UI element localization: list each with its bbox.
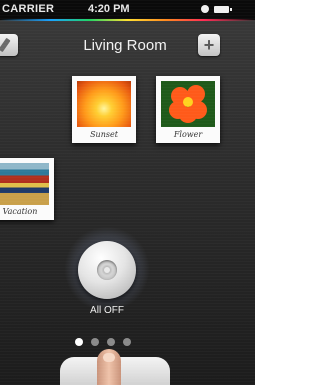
scene-card-flower[interactable]: Flower (156, 76, 220, 143)
edit-button[interactable] (0, 34, 18, 56)
status-bar: CARRIER 4:20 PM (0, 0, 255, 20)
scene-caption: Vacation (2, 207, 38, 216)
clock: 4:20 PM (88, 3, 130, 15)
page-dot-1[interactable] (75, 338, 83, 346)
page-dot-3[interactable] (107, 338, 115, 346)
flower-petal (179, 107, 197, 123)
vacation-thumbnail (0, 163, 49, 205)
scene-card-sunset[interactable]: Sunset (72, 76, 136, 143)
plus-icon: + (203, 35, 215, 55)
scene-caption: Flower (173, 130, 203, 139)
power-icon (97, 260, 117, 280)
page-indicator[interactable] (75, 338, 145, 348)
all-off-button[interactable] (78, 241, 136, 299)
room-title: Living Room (83, 37, 167, 54)
rotation-lock-icon (201, 5, 209, 13)
finger-icon (97, 349, 121, 385)
all-off-label: All OFF (90, 305, 124, 316)
battery-icon (214, 6, 232, 13)
flower-thumbnail (161, 81, 215, 127)
sunset-thumbnail (77, 81, 131, 127)
scene-card-vacation[interactable]: Vacation (0, 158, 54, 220)
page-dot-4[interactable] (123, 338, 131, 346)
color-bar (0, 19, 255, 21)
add-scene-button[interactable]: + (198, 34, 220, 56)
flower-center (183, 97, 193, 107)
page-dot-2[interactable] (91, 338, 99, 346)
phone-screen: CARRIER 4:20 PM Living Room + Sunset Flo… (0, 0, 255, 385)
carrier-label: CARRIER (2, 3, 55, 15)
scene-caption: Sunset (90, 130, 118, 139)
pencil-icon (0, 37, 11, 53)
